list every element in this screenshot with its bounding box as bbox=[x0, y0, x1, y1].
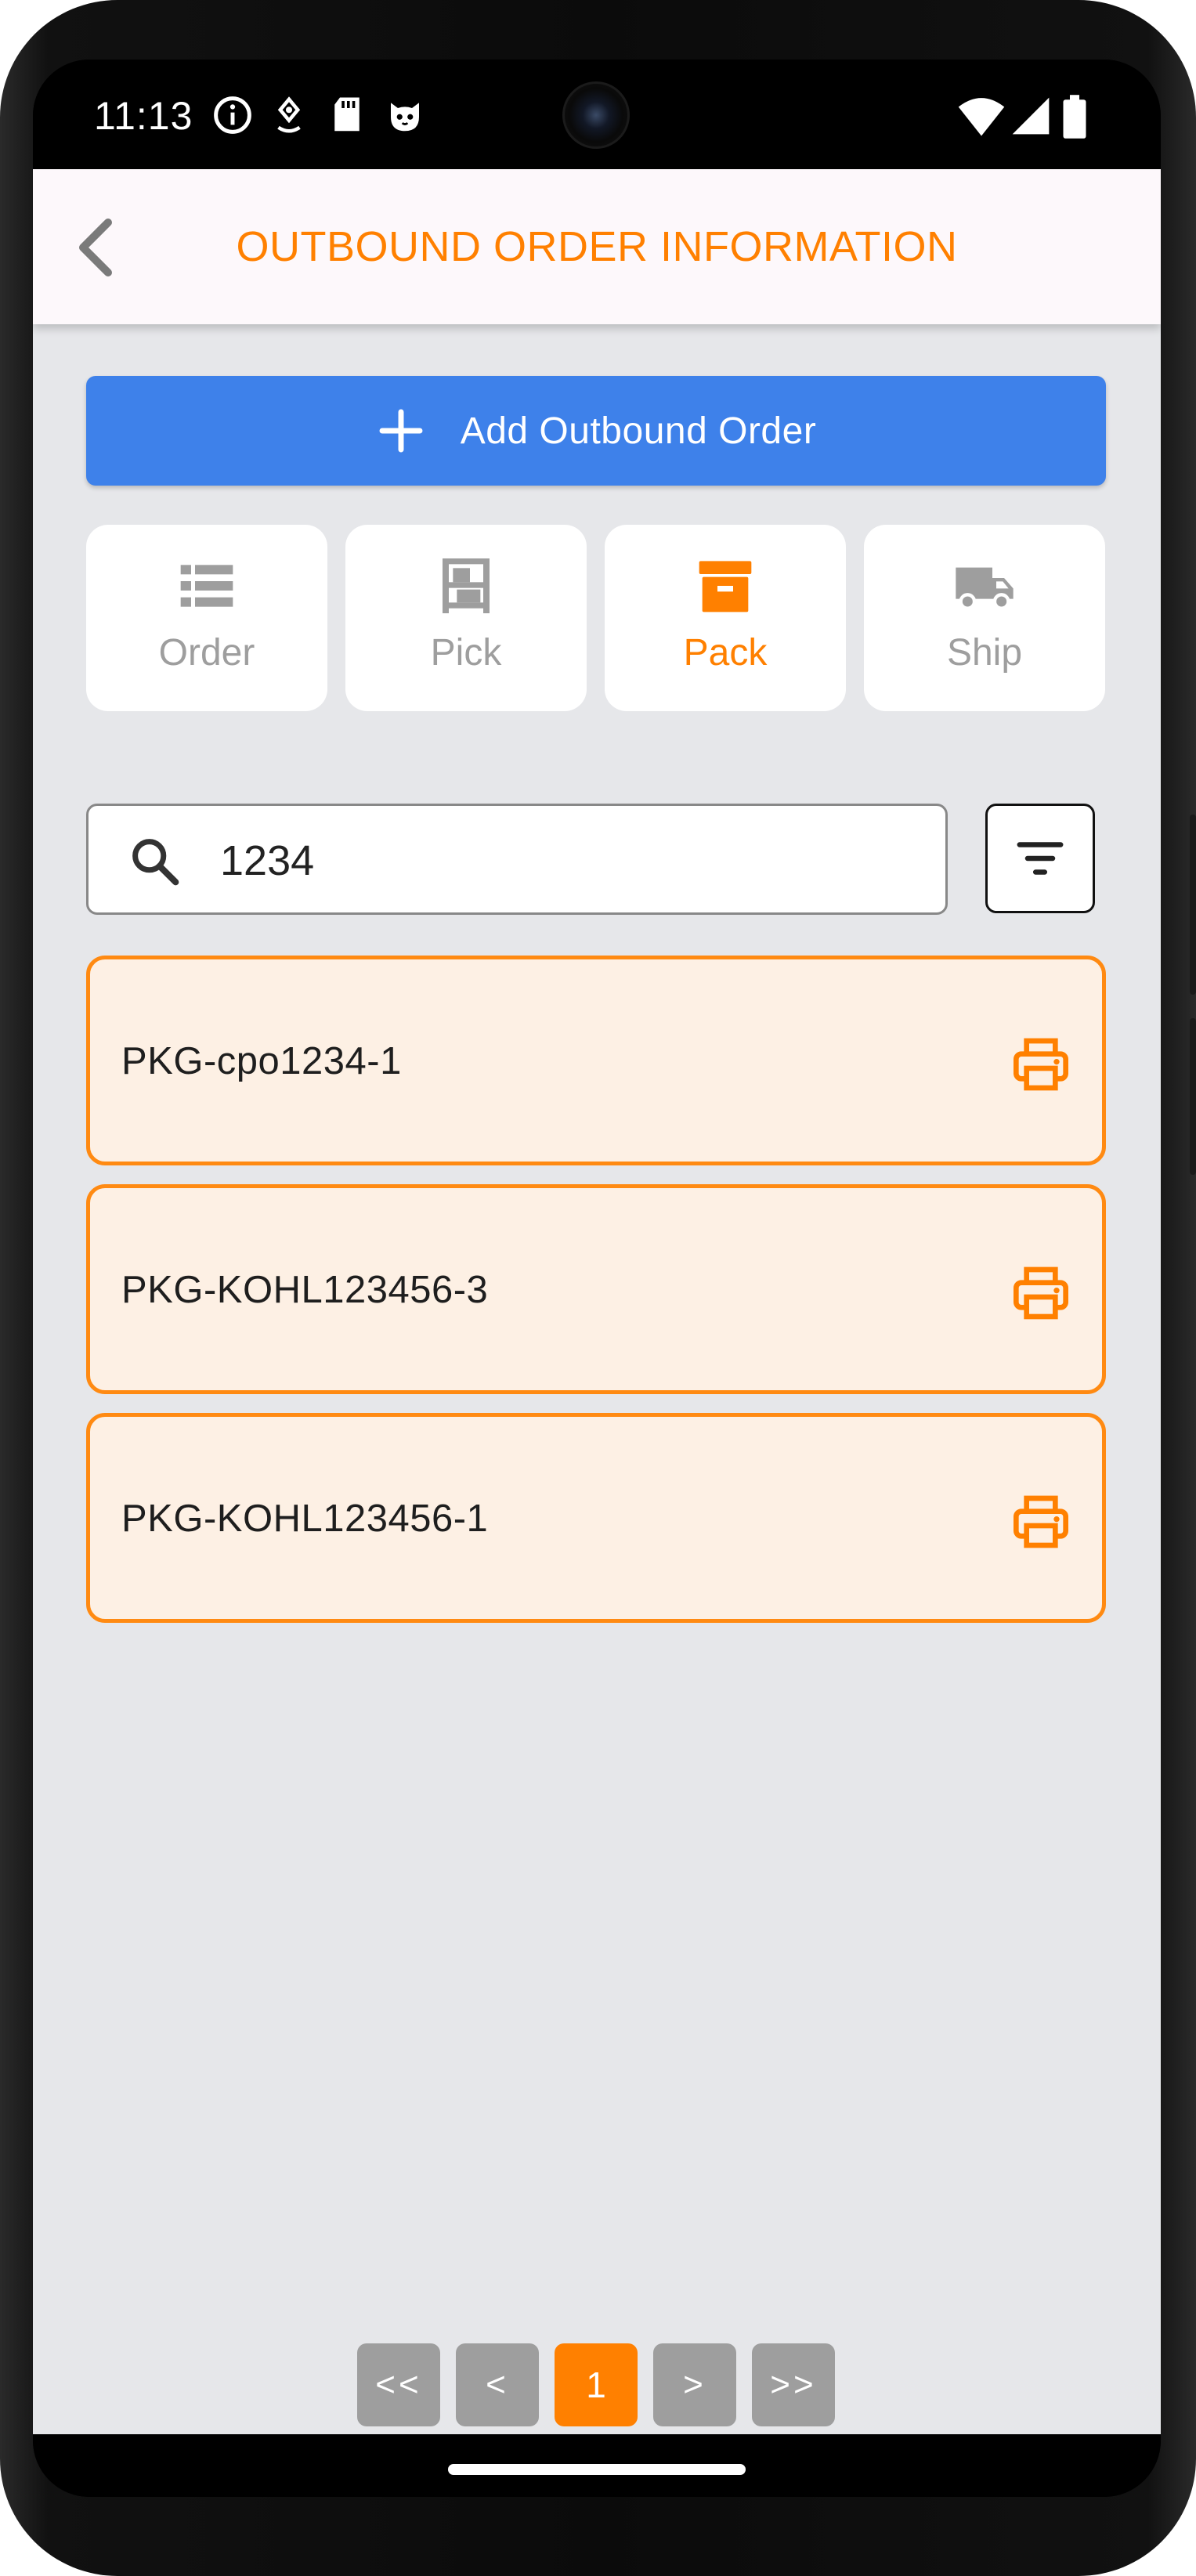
status-time: 11:13 bbox=[94, 94, 193, 138]
volume-button bbox=[1190, 1018, 1196, 1175]
tab-ship[interactable]: Ship bbox=[864, 525, 1105, 711]
add-outbound-order-button[interactable]: Add Outbound Order bbox=[86, 376, 1106, 486]
printer-icon[interactable] bbox=[1010, 1033, 1072, 1096]
tab-order-label: Order bbox=[158, 632, 255, 674]
tab-order[interactable]: Order bbox=[86, 525, 327, 711]
phone-frame: 11:13 OUTBOUND ORDER INFORMATION Add Out… bbox=[0, 0, 1196, 2576]
last-page-button[interactable]: >> bbox=[752, 2343, 835, 2426]
plus-icon bbox=[379, 409, 423, 453]
app-bar: OUTBOUND ORDER INFORMATION bbox=[33, 169, 1161, 324]
tab-pack-label: Pack bbox=[683, 632, 768, 674]
filter-icon bbox=[1017, 842, 1064, 875]
printer-icon[interactable] bbox=[1010, 1490, 1072, 1553]
tab-pick[interactable]: Pick bbox=[345, 525, 587, 711]
sd-card-icon bbox=[334, 97, 360, 132]
tab-ship-label: Ship bbox=[946, 632, 1023, 674]
status-bar: 11:13 bbox=[33, 60, 1161, 169]
package-label: PKG-cpo1234-1 bbox=[121, 1040, 402, 1082]
list-icon bbox=[180, 565, 233, 607]
location-pin-icon bbox=[277, 96, 301, 133]
battery-icon bbox=[1063, 95, 1086, 139]
main-content: Add Outbound Order Order Pick Pack Ship … bbox=[33, 324, 1161, 2434]
package-card[interactable]: PKG-KOHL123456-1 bbox=[86, 1413, 1106, 1623]
package-card[interactable]: PKG-KOHL123456-3 bbox=[86, 1184, 1106, 1394]
package-label: PKG-KOHL123456-1 bbox=[121, 1498, 489, 1540]
search-icon bbox=[132, 839, 179, 886]
page-title: OUTBOUND ORDER INFORMATION bbox=[236, 223, 958, 270]
cat-face-icon bbox=[391, 103, 419, 132]
screen: 11:13 OUTBOUND ORDER INFORMATION Add Out… bbox=[33, 60, 1161, 2497]
filter-button[interactable] bbox=[985, 804, 1095, 913]
package-card[interactable]: PKG-cpo1234-1 bbox=[86, 956, 1106, 1165]
wifi-icon bbox=[958, 98, 1005, 136]
truck-icon bbox=[956, 567, 1014, 610]
add-outbound-order-label: Add Outbound Order bbox=[460, 410, 817, 452]
info-icon bbox=[214, 96, 251, 134]
next-page-button[interactable]: > bbox=[653, 2343, 736, 2426]
search-field bbox=[86, 804, 948, 915]
tab-pick-label: Pick bbox=[430, 632, 502, 674]
power-button bbox=[1190, 815, 1196, 995]
tab-pack[interactable]: Pack bbox=[605, 525, 846, 711]
navigation-bar bbox=[33, 2434, 1161, 2497]
printer-icon[interactable] bbox=[1010, 1262, 1072, 1324]
archive-box-icon bbox=[699, 561, 752, 612]
stage-tabs: Order Pick Pack Ship bbox=[86, 525, 1107, 711]
home-indicator[interactable] bbox=[448, 2464, 746, 2475]
current-page-button[interactable]: 1 bbox=[555, 2343, 638, 2426]
shelf-icon bbox=[443, 558, 490, 613]
signal-icon bbox=[1012, 97, 1050, 135]
previous-page-button[interactable]: < bbox=[456, 2343, 539, 2426]
package-label: PKG-KOHL123456-3 bbox=[121, 1269, 489, 1311]
front-camera bbox=[562, 81, 630, 149]
search-input[interactable] bbox=[220, 828, 925, 894]
first-page-button[interactable]: << bbox=[357, 2343, 440, 2426]
